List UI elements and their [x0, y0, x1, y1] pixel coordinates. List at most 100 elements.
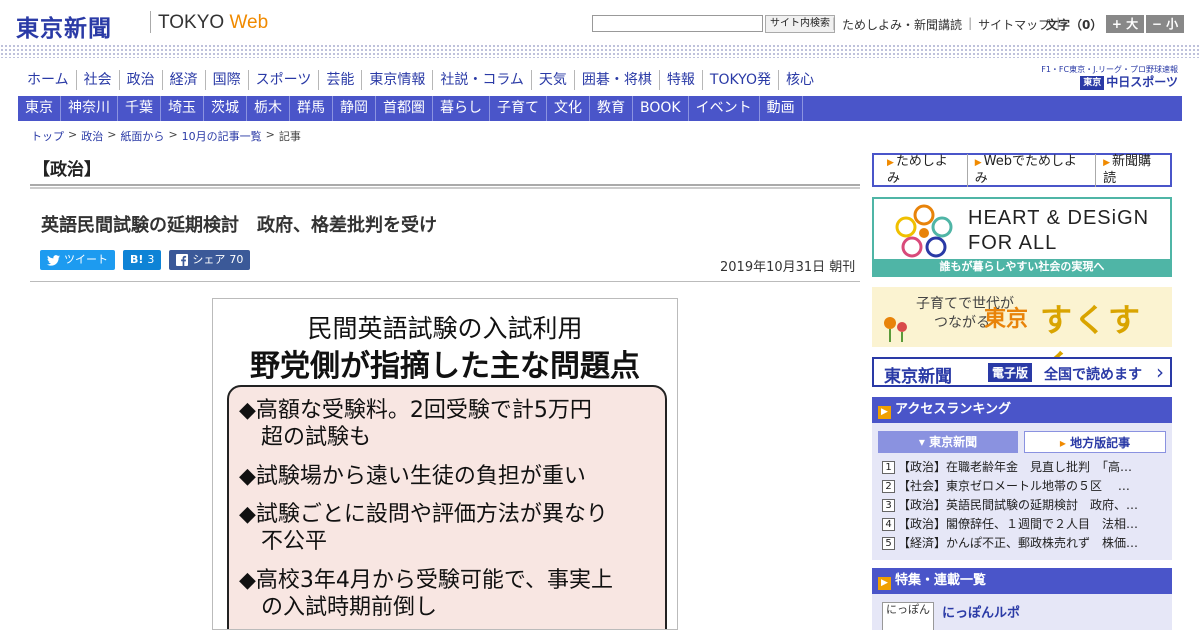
ranking-item[interactable]: 1 【政治】在職老齢年金 見直し批判 「高…: [882, 458, 1164, 477]
rank-number: 3: [882, 499, 895, 512]
facebook-share-button[interactable]: シェア 70: [169, 250, 251, 270]
figure-list-item: ◆試験ごとに設問や評価方法が異なり 不公平: [239, 502, 608, 554]
feature-item-title: にっぽんルポ: [942, 606, 1021, 621]
font-size-label: 文字（0）: [1046, 18, 1103, 32]
rank-number: 5: [882, 537, 895, 550]
facebook-icon: [176, 254, 189, 266]
ranking-item[interactable]: 5 【経済】かんぽ不正、郵政株売れず 株価…: [882, 534, 1164, 553]
nav-item-kakushin[interactable]: 核心: [779, 70, 821, 90]
figure-list-item: ◆高額な受験料。2回受験で計5万円 超の試験も: [239, 398, 592, 450]
region-event[interactable]: イベント: [689, 96, 760, 121]
region-kosodate[interactable]: 子育て: [490, 96, 547, 121]
chevron-right-icon: ›: [1156, 360, 1164, 384]
region-ibaraki[interactable]: 茨城: [204, 96, 247, 121]
nav-item-editorial[interactable]: 社説・コラム: [433, 70, 532, 90]
nav-item-economy[interactable]: 経済: [163, 70, 206, 90]
breadcrumb-politics[interactable]: 政治: [81, 128, 103, 144]
breadcrumb-print[interactable]: 紙面から: [120, 128, 164, 144]
newspaper-subscribe-label: 新聞購読: [1103, 153, 1152, 186]
ranking-item[interactable]: 2 【社会】東京ゼロメートル地帯の５区 …: [882, 477, 1164, 496]
access-ranking-header: ▶ アクセスランキング: [872, 397, 1172, 423]
digital-edition-tag: 電子版: [988, 363, 1033, 382]
triangle-down-icon: ▾: [918, 435, 930, 449]
figure-title: 民間英語試験の入試利用: [307, 314, 583, 343]
sitemap-link[interactable]: サイトマップ: [978, 16, 1050, 33]
breadcrumb-separator: >: [168, 128, 178, 141]
nav-item-international[interactable]: 国際: [206, 70, 249, 90]
chunichi-prefix: 東京: [1080, 75, 1105, 90]
region-kanagawa[interactable]: 神奈川: [61, 96, 118, 121]
tweet-button[interactable]: ツイート: [40, 250, 115, 270]
region-gunma[interactable]: 群馬: [290, 96, 333, 121]
nav-item-tokyo-hatsu[interactable]: TOKYO発: [703, 70, 779, 90]
nav-item-tokyo-info[interactable]: 東京情報: [362, 70, 434, 90]
ranking-item[interactable]: 4 【政治】閣僚辞任、１週間で２人目 法相…: [882, 515, 1164, 534]
region-shizuoka[interactable]: 静岡: [333, 96, 376, 121]
nav-item-society[interactable]: 社会: [77, 70, 120, 90]
subscribe-link[interactable]: ためしよみ・新聞講読: [842, 16, 962, 33]
feature-item[interactable]: にっぽん にっぽんルポ: [882, 602, 1020, 630]
access-ranking-panel: ▶ アクセスランキング ▾ 東京新聞 ▸ 地方版記事 1 【政治】在職老齢年金 見直…: [872, 397, 1172, 560]
region-shutoken[interactable]: 首都圏: [376, 96, 433, 121]
logo-divider: [150, 11, 151, 33]
tweet-label: ツイート: [64, 253, 108, 266]
figure-list-item: ◆高校3年4月から受験可能で、事実上 の入試時期前倒し: [239, 568, 614, 620]
play-icon: ▶: [878, 577, 891, 590]
nav-item-sports[interactable]: スポーツ: [249, 70, 320, 90]
tab-tokyo-shimbun[interactable]: ▾ 東京新聞: [878, 431, 1018, 453]
ranking-tabs: ▾ 東京新聞 ▸ 地方版記事: [878, 431, 1166, 453]
region-chiba[interactable]: 千葉: [118, 96, 161, 121]
breadcrumb-october[interactable]: 10月の記事一覧: [182, 128, 262, 144]
tokyo-web-logo[interactable]: TOKYO Web: [158, 12, 268, 34]
nav-item-tokuho[interactable]: 特報: [660, 70, 703, 90]
main-nav: ホーム 社会 政治 経済 国際 スポーツ 芸能 東京情報 社説・コラム 天気 囲…: [20, 70, 821, 90]
ranking-item[interactable]: 3 【政治】英語民間試験の延期検討 政府、…: [882, 496, 1164, 515]
heart-design-flower-icon: [895, 204, 953, 258]
site-search-input[interactable]: [592, 15, 763, 32]
nav-item-weather[interactable]: 天気: [532, 70, 575, 90]
link-separator: |: [968, 16, 973, 30]
digital-edition-banner[interactable]: 東京新聞 電子版 全国で読めます ›: [872, 357, 1172, 387]
nav-item-home[interactable]: ホーム: [20, 70, 77, 90]
share-bar: ツイート B! 3 シェア 70: [40, 250, 251, 270]
trial-read-link[interactable]: ▶ ためしよみ: [880, 153, 968, 187]
region-kurashi[interactable]: 暮らし: [433, 96, 490, 121]
chunichi-sports-tagline: F1・FC東京・J.リーグ・プロ野球速報: [1041, 65, 1178, 74]
article-figure[interactable]: 民間英語試験の入試利用 野党側が指摘した主な問題点 ◆高額な受験料。2回受験で計…: [212, 298, 678, 630]
features-panel: ▶ 特集・連載一覧 にっぽん にっぽんルポ: [872, 568, 1172, 630]
region-book[interactable]: BOOK: [633, 96, 689, 121]
sukusuku-banner[interactable]: 子育てで世代がつながる 東京 すくすく: [872, 287, 1172, 385]
nav-item-politics[interactable]: 政治: [120, 70, 163, 90]
region-tochigi[interactable]: 栃木: [247, 96, 290, 121]
digital-edition-logo: 東京新聞: [884, 367, 952, 387]
article-rule: [30, 281, 860, 282]
ranking-item-title: 【政治】在職老齢年金 見直し批判 「高…: [898, 460, 1133, 474]
nav-item-entertainment[interactable]: 芸能: [319, 70, 363, 90]
breadcrumb: トップ > 政治 > 紙面から > 10月の記事一覧 > 記事: [31, 128, 301, 144]
twitter-bird-icon: [47, 254, 60, 266]
figure-problem-box: ◆高額な受験料。2回受験で計5万円 超の試験も ◆試験場から遠い生徒の負担が重い…: [227, 385, 667, 629]
chunichi-sports-banner[interactable]: F1・FC東京・J.リーグ・プロ野球速報 東京 中日スポーツ: [1024, 65, 1178, 91]
breadcrumb-top[interactable]: トップ: [31, 128, 64, 144]
region-education[interactable]: 教育: [590, 96, 633, 121]
heart-design-subtitle: FOR ALL: [968, 232, 1058, 254]
region-tokyo[interactable]: 東京: [18, 96, 61, 121]
region-video[interactable]: 動画: [760, 96, 803, 121]
web-trial-read-link[interactable]: ▶ Webでためしよみ: [968, 153, 1097, 187]
site-logo[interactable]: 東京新聞: [16, 9, 112, 43]
logo-web-text: Web: [229, 12, 269, 33]
features-title: 特集・連載一覧: [895, 573, 987, 588]
breadcrumb-separator: >: [265, 128, 275, 141]
access-ranking-title: アクセスランキング: [895, 402, 1011, 417]
region-saitama[interactable]: 埼玉: [161, 96, 204, 121]
font-smaller-button[interactable]: − 小: [1146, 15, 1184, 33]
font-larger-button[interactable]: + 大: [1106, 15, 1144, 33]
region-culture[interactable]: 文化: [547, 96, 590, 121]
hatena-bookmark-button[interactable]: B! 3: [123, 250, 162, 270]
triangle-right-icon: ▸: [1059, 436, 1071, 450]
nav-item-go-shogi[interactable]: 囲碁・将棋: [575, 70, 660, 90]
newspaper-subscribe-link[interactable]: ▶ 新聞購読: [1096, 154, 1170, 187]
tab-regional-articles[interactable]: ▸ 地方版記事: [1024, 431, 1166, 453]
site-search-button[interactable]: サイト内検索: [765, 15, 835, 33]
heart-design-banner[interactable]: HEART & DESiGN FOR ALL 誰もが暮らしやすい社会の実現へ: [872, 197, 1172, 277]
